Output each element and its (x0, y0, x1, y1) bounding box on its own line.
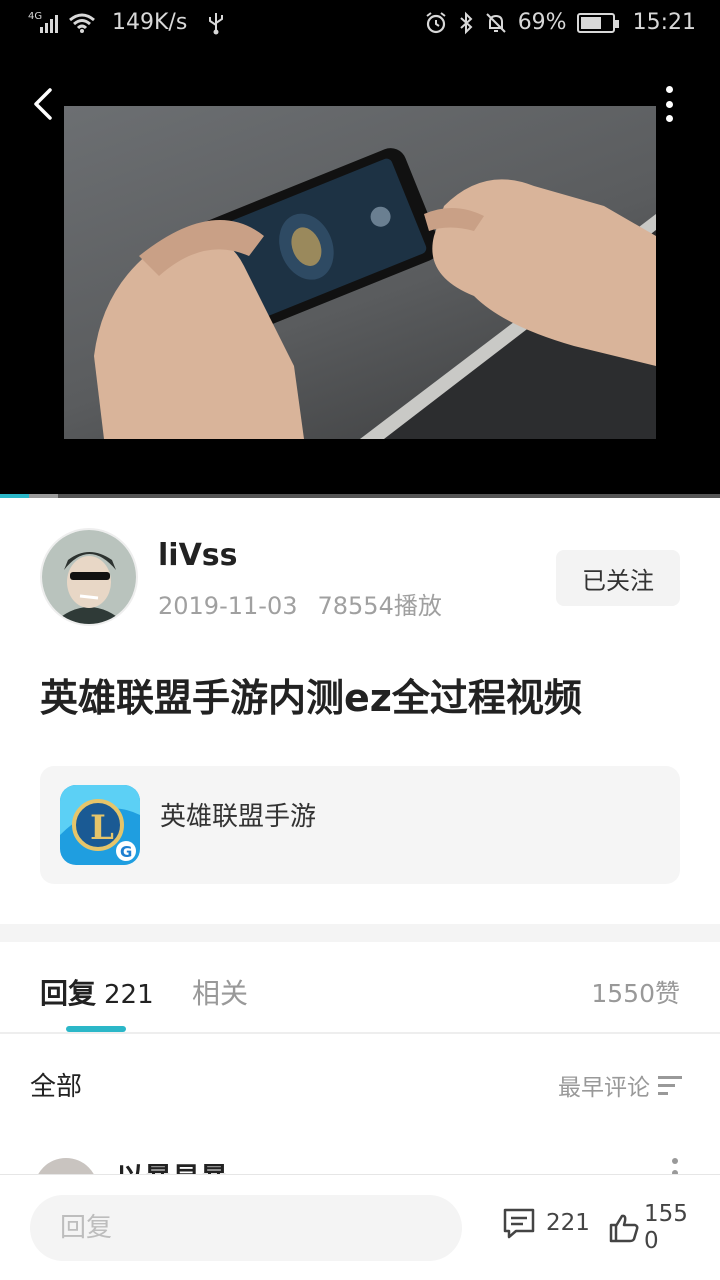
comment-avatar[interactable] (34, 1158, 98, 1174)
status-bar: 4G 149K/s 69% 15:21 (0, 0, 720, 50)
publish-date: 2019-11-03 (158, 592, 298, 620)
video-thumbnail-image (94, 148, 656, 439)
game-card[interactable]: L G 英雄联盟手游 (40, 766, 680, 884)
comment-tabs: 回复 221 相关 1550赞 (0, 942, 720, 1034)
usb-icon (209, 12, 224, 34)
tab-related[interactable]: 相关 (192, 972, 248, 1012)
sort-icon (658, 1076, 682, 1095)
game-name: 英雄联盟手游 (160, 802, 317, 832)
sort-label: 最早评论 (558, 1075, 650, 1101)
svg-text:G: G (120, 843, 132, 861)
author-name[interactable]: liVss (158, 538, 238, 573)
author-row: liVss 2019-11-03 78554播放 已关注 (40, 528, 680, 628)
comment-button[interactable]: 221 (502, 1207, 590, 1239)
bluetooth-icon (460, 11, 473, 34)
comment-more-icon[interactable] (672, 1158, 680, 1174)
comment-count: 221 (546, 1210, 590, 1236)
filter-all[interactable]: 全部 (30, 1066, 82, 1103)
more-options-icon[interactable] (664, 86, 674, 122)
sort-button[interactable]: 最早评论 (558, 1068, 684, 1102)
reply-input[interactable] (30, 1195, 462, 1261)
total-likes: 1550赞 (591, 979, 680, 1008)
thumbs-up-icon (609, 1214, 639, 1243)
silent-bell-icon (485, 12, 506, 33)
wifi-icon (69, 13, 95, 33)
alarm-icon (426, 11, 446, 33)
author-meta: 2019-11-03 78554播放 (158, 586, 442, 621)
tab-replies-count: 221 (104, 980, 154, 1010)
avatar[interactable] (40, 528, 138, 626)
cellular-signal-icon: 4G (28, 10, 58, 33)
section-divider (0, 924, 720, 942)
video-title: 英雄联盟手游内测ez全过程视频 (40, 676, 582, 720)
active-tab-indicator (66, 1026, 126, 1032)
comment-filter-row: 全部 最早评论 (0, 1044, 720, 1122)
comment-item[interactable]: 以暴易暴 (0, 1150, 720, 1174)
tab-replies[interactable]: 回复 221 (40, 972, 154, 1012)
network-type: 4G (28, 10, 43, 22)
comment-icon (503, 1208, 535, 1239)
video-progress-bar[interactable] (0, 494, 720, 498)
tab-replies-label: 回复 (40, 977, 97, 1010)
bottom-action-bar: 221 1550 (0, 1174, 720, 1280)
video-player[interactable] (0, 50, 720, 494)
network-speed: 149K/s (112, 10, 188, 35)
clock: 15:21 (632, 10, 696, 35)
follow-button[interactable]: 已关注 (556, 550, 680, 606)
like-count: 1550 (644, 1201, 688, 1254)
battery-percent: 69% (517, 10, 567, 35)
game-logo-icon: L G (60, 785, 140, 865)
battery-icon (576, 12, 619, 33)
svg-text:L: L (90, 808, 114, 848)
play-count: 78554播放 (317, 592, 442, 620)
video-frame[interactable] (64, 106, 656, 439)
back-arrow-icon[interactable] (28, 86, 64, 122)
like-button[interactable]: 1550 (608, 1201, 688, 1255)
comment-author[interactable]: 以暴易暴 (116, 1156, 228, 1174)
